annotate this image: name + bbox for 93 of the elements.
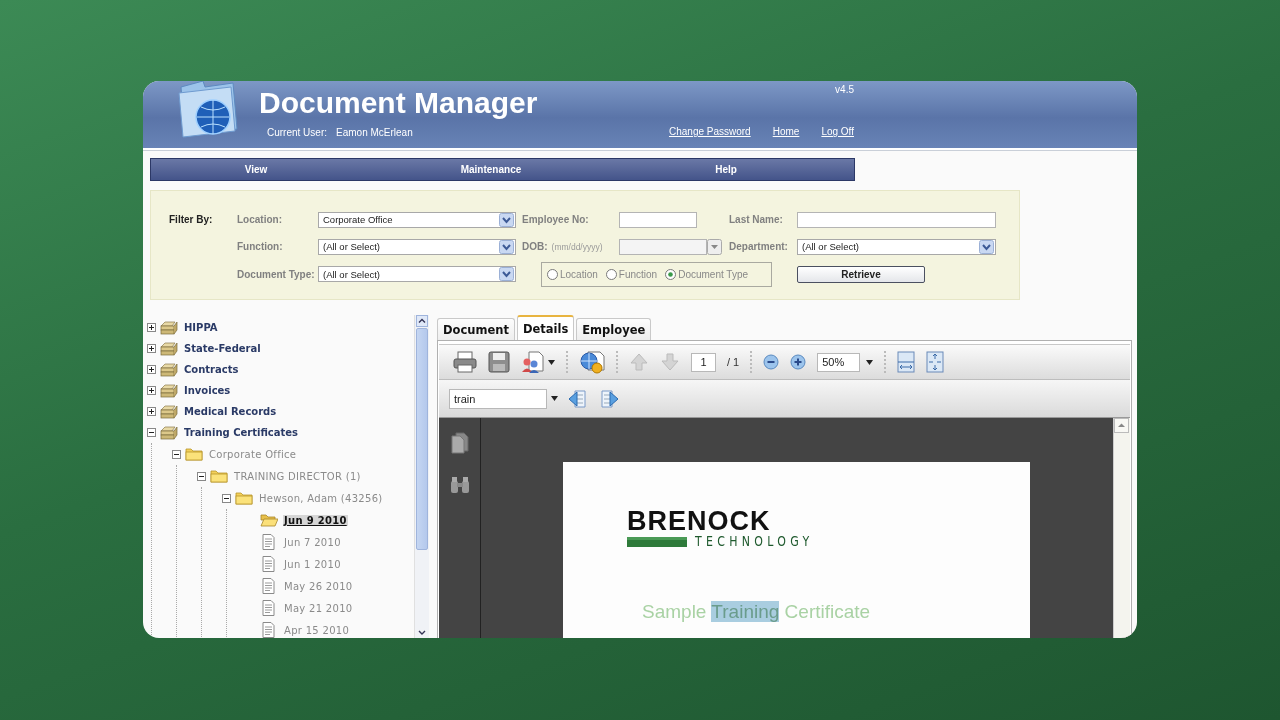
save-icon[interactable] — [488, 351, 510, 373]
print-icon[interactable] — [453, 351, 477, 373]
department-select[interactable]: (All or Select) — [797, 238, 996, 255]
zoom-field[interactable]: 50% — [817, 352, 861, 372]
folder-icon — [210, 467, 228, 485]
field-label: Last Name: — [729, 214, 784, 225]
minus-box-icon[interactable] — [172, 449, 181, 459]
tree-item[interactable]: Medical Records — [183, 406, 278, 417]
last-name-field[interactable] — [797, 211, 996, 228]
search-field[interactable]: train — [449, 388, 547, 409]
menu-item[interactable]: View — [244, 164, 268, 175]
minus-box-icon[interactable] — [222, 493, 231, 503]
field-label: Document Type: — [237, 268, 316, 280]
plus-box-icon[interactable] — [147, 323, 156, 332]
function-select[interactable]: (All or Select) — [318, 238, 516, 255]
location-select[interactable]: Corporate Office — [318, 211, 516, 228]
document-heading: Sample Training Certificate — [642, 601, 872, 623]
header-link[interactable]: Log Off — [821, 126, 854, 137]
plus-box-icon[interactable] — [147, 386, 156, 395]
file-drawer-icon — [160, 339, 178, 358]
file-drawer-icon — [160, 381, 178, 400]
plus-box-icon[interactable] — [147, 365, 156, 374]
tree-item[interactable]: Training Certificates — [183, 427, 299, 438]
next-result-icon[interactable] — [598, 388, 620, 409]
folder-icon — [235, 489, 253, 507]
file-drawer-icon — [160, 360, 178, 379]
tab[interactable]: Employee — [576, 318, 652, 340]
tree-item[interactable]: Invoices — [183, 385, 232, 396]
minus-box-icon[interactable] — [147, 428, 156, 437]
page-number-field[interactable]: 1 — [691, 352, 716, 372]
folder-globe-icon — [175, 81, 241, 139]
app-title: Document Manager — [259, 85, 538, 121]
caret-icon[interactable] — [866, 359, 874, 365]
caret-icon[interactable] — [551, 396, 558, 401]
fit-width-icon[interactable] — [897, 351, 916, 373]
caret-icon[interactable] — [548, 359, 555, 365]
tab[interactable]: Document — [437, 318, 515, 340]
date-format-hint: (mm/dd/yyyy) — [551, 242, 603, 252]
user-label: Current User: — [267, 127, 327, 138]
field-label: Department: — [729, 241, 789, 252]
tree-item[interactable]: Jun 9 2010 — [283, 514, 348, 526]
minus-box-icon[interactable] — [197, 471, 206, 481]
file-drawer-icon — [160, 318, 178, 337]
chevron-icon — [979, 239, 994, 254]
page-total: / 1 — [727, 356, 740, 368]
logo-name: BRENOCK — [627, 508, 772, 534]
zoom-in-icon[interactable] — [790, 354, 807, 370]
document-people-icon[interactable] — [521, 351, 545, 373]
header-link[interactable]: Home — [772, 126, 800, 137]
plus-box-icon[interactable] — [147, 344, 156, 353]
document-type-select[interactable]: (All or Select) — [318, 266, 516, 282]
previous-result-icon[interactable] — [567, 388, 589, 409]
menu-item[interactable]: Maintenance — [460, 164, 522, 175]
scrollbar[interactable] — [414, 315, 429, 638]
tree-item[interactable]: Corporate Office — [208, 448, 298, 460]
tree-item[interactable]: HIPPA — [183, 322, 219, 333]
file-drawer-icon — [160, 402, 178, 421]
binoculars-icon[interactable] — [449, 476, 470, 494]
chevron-icon — [499, 212, 514, 227]
zoom-out-icon[interactable] — [763, 354, 780, 370]
field-label: Employee No: — [522, 214, 590, 225]
user-name: Eamon McErlean — [336, 127, 413, 138]
logo-bar-icon — [627, 536, 687, 547]
tree-item[interactable]: Contracts — [183, 364, 240, 375]
document-icon — [260, 577, 278, 595]
pages-icon[interactable] — [450, 432, 469, 454]
field-label: Location: — [237, 214, 283, 225]
document-icon — [260, 533, 278, 551]
filter-title: Filter By: — [169, 214, 214, 225]
calendar-dropdown-icon[interactable] — [707, 238, 722, 255]
open-folder-icon — [260, 511, 278, 529]
folder-icon — [185, 445, 203, 463]
scrollbar[interactable] — [1113, 418, 1130, 638]
globe-document-icon[interactable] — [579, 350, 605, 374]
tree-item[interactable]: State-Federal — [183, 343, 262, 354]
employee-no-field[interactable] — [619, 211, 697, 228]
file-drawer-icon — [160, 423, 178, 442]
dob-field[interactable] — [619, 238, 707, 255]
logo-tagline: TECHNOLOGY — [695, 533, 814, 550]
header-link[interactable]: Change Password — [668, 126, 751, 137]
chevron-icon — [499, 239, 514, 254]
field-label: DOB: — [522, 241, 548, 252]
scroll-up-icon[interactable] — [416, 315, 428, 327]
document-icon — [260, 599, 278, 617]
version-label: v4.5 — [835, 84, 854, 95]
chevron-icon — [499, 267, 514, 281]
scroll-up-icon[interactable] — [1114, 418, 1129, 433]
document-icon — [260, 555, 278, 573]
retrieve-button[interactable]: Retrieve — [797, 265, 925, 283]
field-label: Function: — [237, 241, 284, 252]
plus-box-icon[interactable] — [147, 407, 156, 416]
menu-item[interactable]: Help — [715, 164, 737, 175]
tab[interactable]: Details — [516, 315, 575, 340]
